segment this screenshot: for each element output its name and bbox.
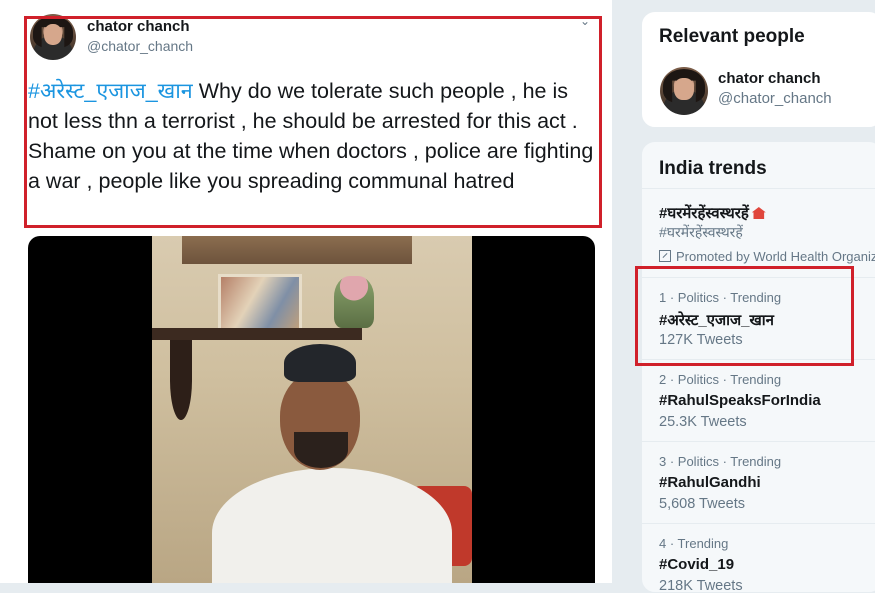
tweet-author-name[interactable]: chator chanch [87, 18, 190, 35]
promoted-icon [659, 250, 671, 262]
relevant-person-name[interactable]: chator chanch [718, 70, 821, 87]
tweet-text: #अरेस्ट_एजाज_खान Why do we tolerate such… [28, 76, 598, 196]
tweet-hashtag-link[interactable]: #अरेस्ट_एजाज_खान [28, 79, 193, 103]
relevant-person-handle[interactable]: @chator_chanch [718, 90, 832, 107]
trend-item[interactable]: 1 · Politics · Trending #अरेस्ट_एजाज_खान… [642, 277, 875, 360]
promoted-trend-subtitle: #घरमेंरहेंस्वस्थरहें [659, 224, 743, 240]
right-sidebar: Relevant people chator chanch @chator_ch… [641, 0, 875, 593]
promoted-trend[interactable]: #घरमेंरहेंस्वस्थरहें #घरमेंरहेंस्वस्थरहे… [642, 188, 875, 266]
house-icon [751, 207, 766, 219]
trend-meta: 3 · Politics · Trending [659, 454, 782, 469]
promoted-by-label: Promoted by World Health Organiz [659, 249, 875, 264]
video-frame [152, 236, 472, 583]
trends-card: India trends #घरमेंरहेंस्वस्थरहें #घरमें… [641, 141, 875, 593]
tweet-column: chator chanch @chator_chanch ⌄ #अरेस्ट_ए… [0, 0, 613, 583]
tweet-header: chator chanch @chator_chanch ⌄ [0, 0, 612, 70]
trend-item[interactable]: 2 · Politics · Trending #RahulSpeaksForI… [642, 359, 875, 442]
tweet-author-handle[interactable]: @chator_chanch [87, 38, 193, 54]
trend-name: #Covid_19 [659, 556, 735, 573]
chevron-down-icon[interactable]: ⌄ [580, 14, 590, 28]
trend-name: #RahulGandhi [659, 474, 761, 491]
trend-name: #अरेस्ट_एजाज_खान [659, 312, 774, 329]
trend-name: #RahulSpeaksForIndia [659, 392, 821, 409]
trend-count: 127K Tweets [659, 332, 743, 348]
tweet-video[interactable] [28, 236, 595, 583]
relevant-person-avatar[interactable] [660, 67, 708, 115]
trends-title: India trends [659, 158, 767, 179]
trend-count: 218K Tweets [659, 578, 743, 593]
tweet-author-avatar[interactable] [30, 14, 76, 60]
trend-count: 5,608 Tweets [659, 496, 745, 512]
relevant-people-title: Relevant people [659, 26, 805, 47]
trend-item[interactable]: 3 · Politics · Trending #RahulGandhi 5,6… [642, 441, 875, 524]
promoted-trend-name: #घरमेंरहेंस्वस्थरहें [659, 203, 766, 223]
trend-meta: 1 · Politics · Trending [659, 290, 782, 305]
trend-count: 25.3K Tweets [659, 414, 747, 430]
relevant-people-card: Relevant people chator chanch @chator_ch… [641, 11, 875, 128]
trend-meta: 2 · Politics · Trending [659, 372, 782, 387]
trend-meta: 4 · Trending [659, 536, 729, 551]
